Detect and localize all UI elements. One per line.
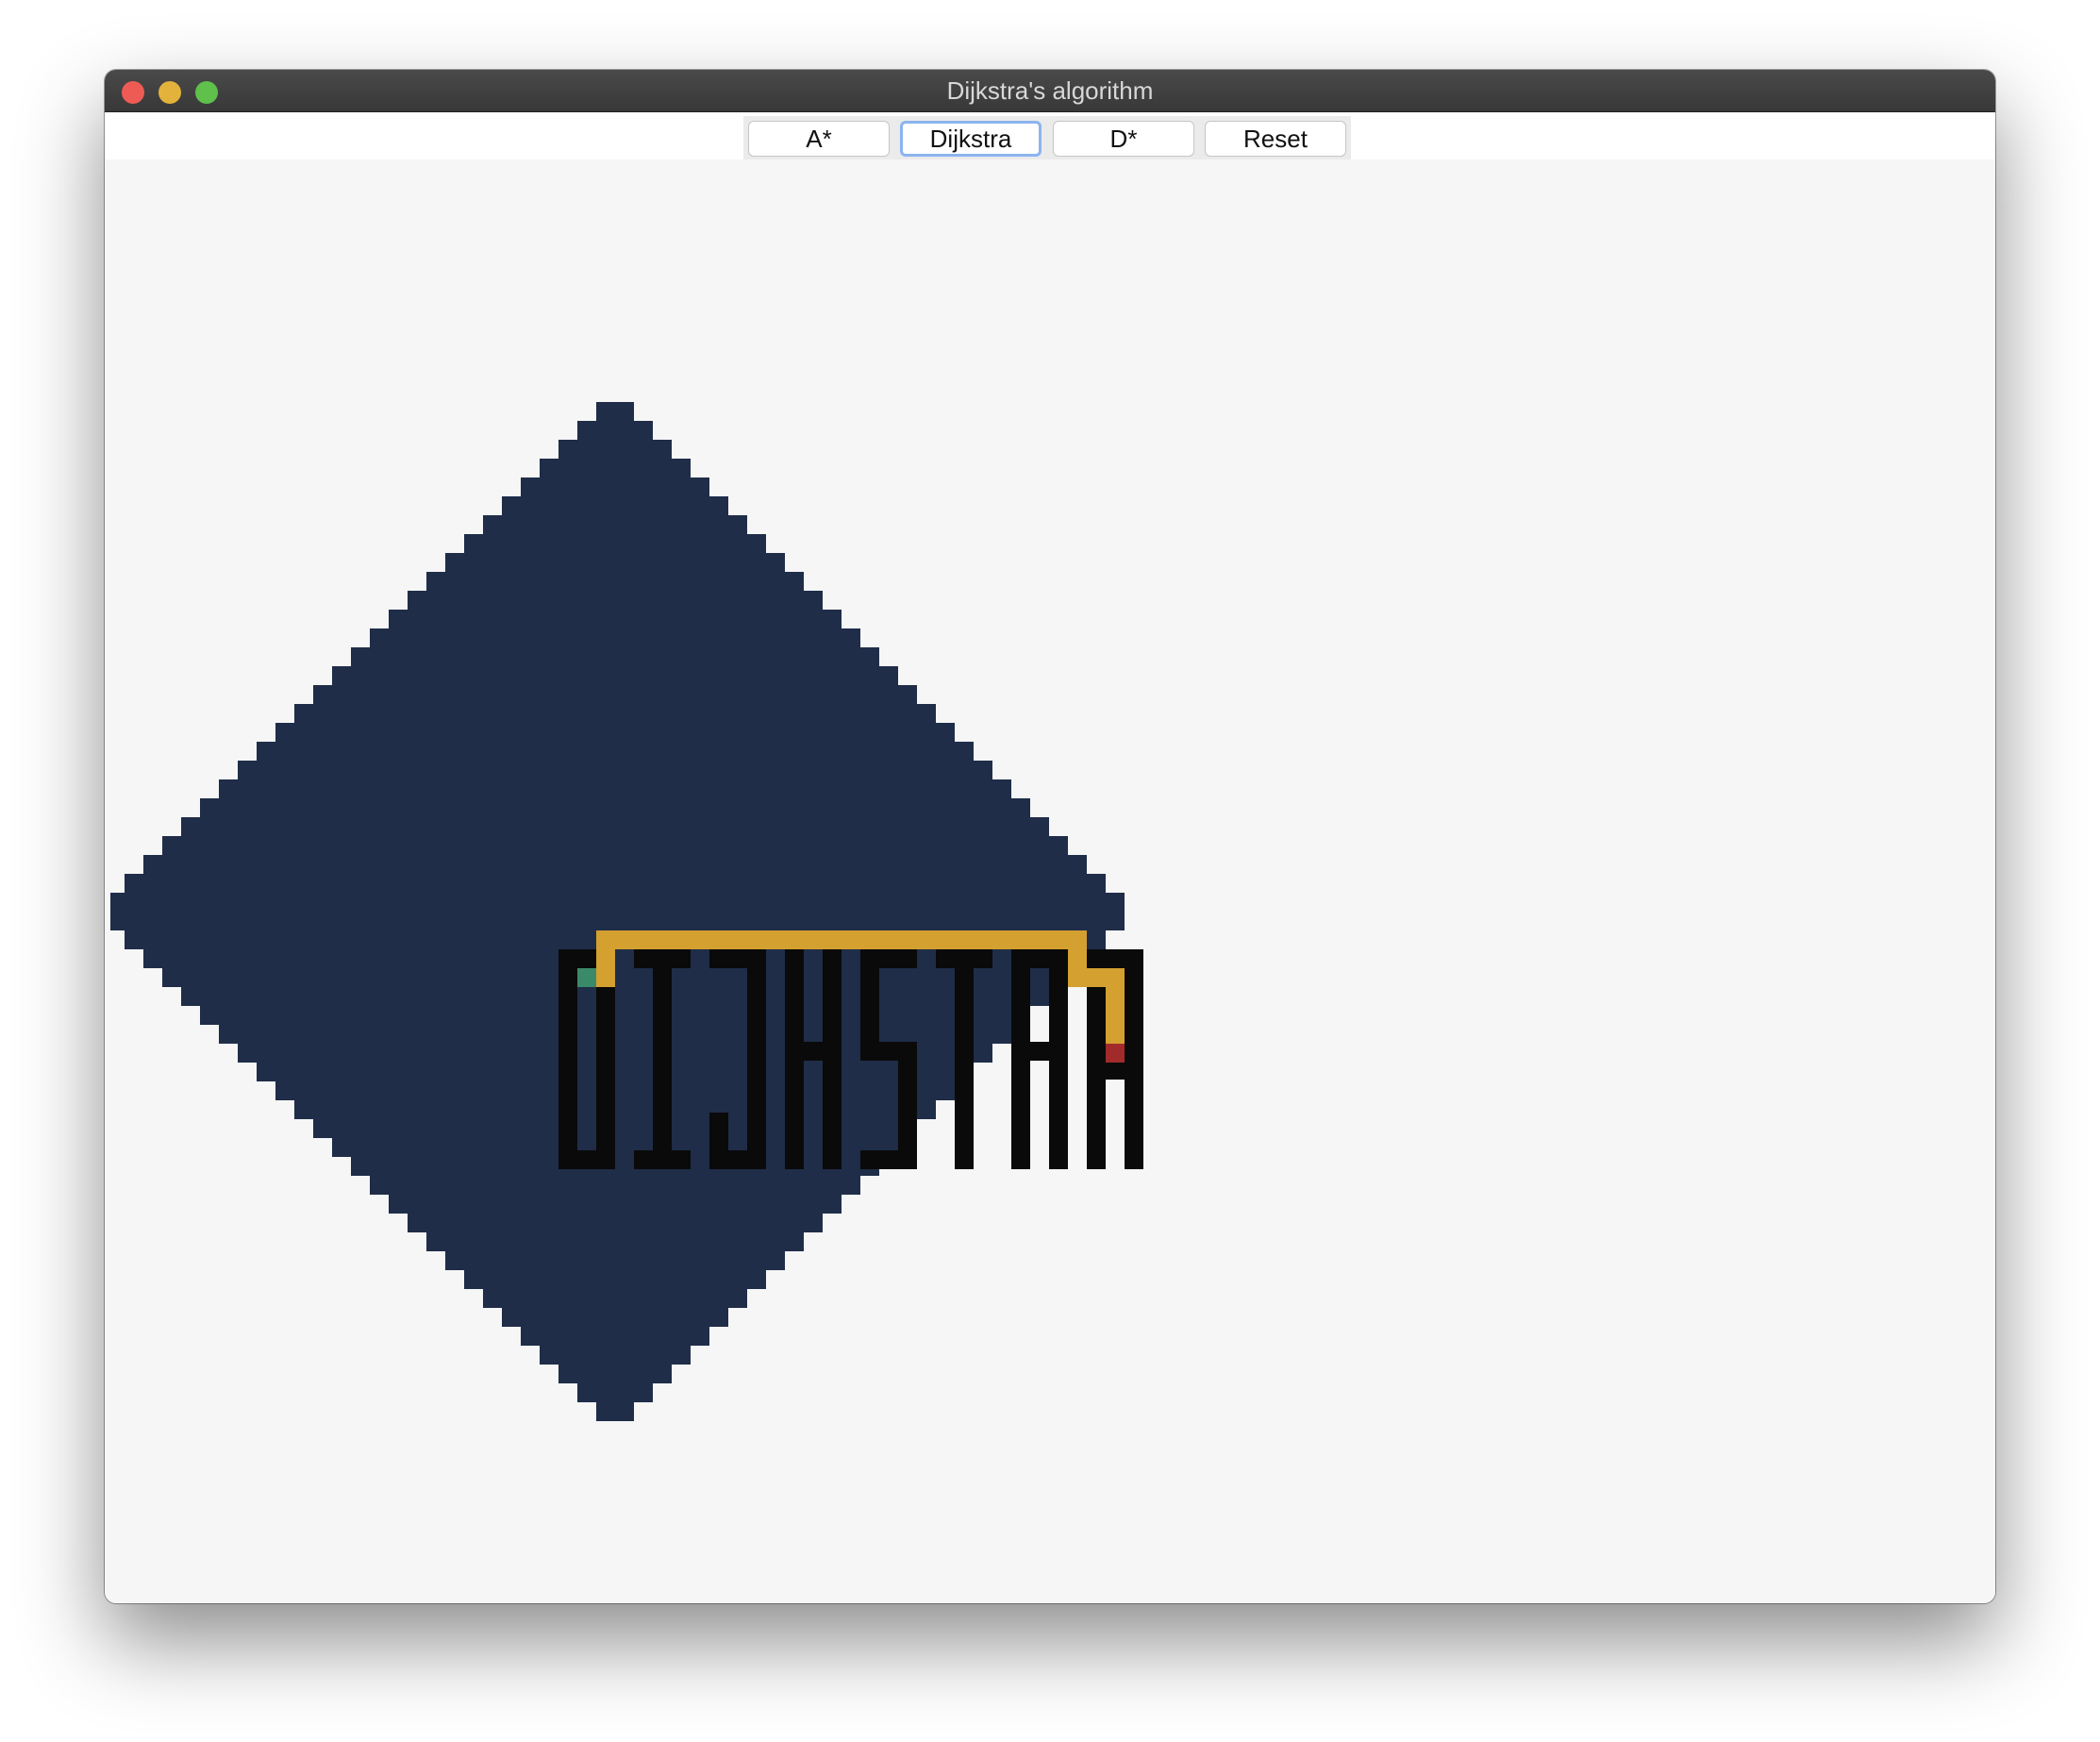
path-segment (596, 930, 615, 987)
wall-cell (709, 1150, 766, 1169)
obstacle-row (257, 742, 974, 761)
astar-button[interactable]: A* (748, 121, 890, 157)
obstacle-row (110, 893, 1125, 912)
obstacle-row (389, 1195, 842, 1214)
obstacle-row (464, 1270, 766, 1289)
obstacle-row (370, 1176, 860, 1195)
wall-cell (1011, 1042, 1068, 1061)
wall-cell (804, 1042, 823, 1061)
wall-cell (634, 1150, 691, 1169)
wall-cell (898, 1042, 917, 1169)
obstacle-row (408, 591, 823, 610)
obstacle-row (596, 1402, 634, 1421)
obstacle-row (351, 647, 879, 666)
path-segment (596, 930, 1087, 949)
wall-cell (1049, 1061, 1068, 1169)
obstacle-row (521, 1327, 709, 1346)
obstacle-row (370, 628, 860, 647)
obstacle-row (125, 874, 1106, 893)
obstacle-row (577, 1383, 653, 1402)
obstacle-row (389, 610, 842, 628)
obstacle-row (577, 421, 653, 440)
obstacle-row (110, 912, 1125, 930)
title-bar[interactable]: Dijkstra's algorithm (105, 70, 1995, 112)
obstacle-row (445, 553, 785, 572)
obstacle-row (558, 440, 672, 459)
obstacle-row (502, 496, 728, 515)
reset-button[interactable]: Reset (1205, 121, 1346, 157)
wall-cell (1087, 1061, 1143, 1080)
obstacle-row (408, 1214, 823, 1232)
obstacle-row (483, 1289, 747, 1308)
dijkstra-button[interactable]: Dijkstra (900, 121, 1042, 157)
obstacle-row (219, 779, 1011, 798)
wall-cell (653, 949, 672, 1169)
obstacle-row (426, 1232, 804, 1251)
obstacle-row (275, 723, 955, 742)
obstacle-row (238, 761, 992, 779)
obstacle-row (181, 817, 1049, 836)
obstacle-row (502, 1308, 728, 1327)
goal-node[interactable] (1106, 1044, 1125, 1063)
wall-cell (558, 949, 596, 968)
grid-svg (110, 402, 1143, 1421)
obstacle-row (521, 477, 709, 496)
wall-cell (860, 1150, 917, 1169)
algorithm-toolbar: A* Dijkstra D* Reset (743, 116, 1351, 159)
app-window: Dijkstra's algorithm A* Dijkstra D* Rese… (105, 70, 1995, 1603)
obstacle-row (162, 836, 1068, 855)
wall-cell (955, 949, 974, 1169)
wall-cell (747, 949, 766, 1169)
obstacle-row (483, 515, 747, 534)
wall-cell (823, 949, 842, 1169)
window-title: Dijkstra's algorithm (946, 76, 1154, 105)
diamond-obstacle (110, 402, 1125, 1421)
obstacle-row (558, 1365, 672, 1383)
wall-cell (558, 949, 577, 1169)
obstacle-row (294, 704, 936, 723)
obstacle-row (313, 685, 917, 704)
dstar-button[interactable]: D* (1053, 121, 1194, 157)
obstacle-row (540, 459, 691, 477)
obstacle-row (426, 572, 804, 591)
wall-cell (596, 968, 615, 1169)
obstacle-row (332, 666, 898, 685)
obstacle-row (540, 1346, 691, 1365)
start-node[interactable] (577, 968, 596, 987)
wall-cell (709, 1113, 728, 1150)
obstacle-row (143, 855, 1087, 874)
wall-cell (1087, 949, 1143, 968)
obstacle-row (464, 534, 766, 553)
obstacle-row (200, 798, 1030, 817)
wall-cell (785, 949, 804, 1169)
pathfinding-grid[interactable] (105, 159, 1995, 1603)
obstacle-row (596, 402, 634, 421)
obstacle-row (445, 1251, 785, 1270)
